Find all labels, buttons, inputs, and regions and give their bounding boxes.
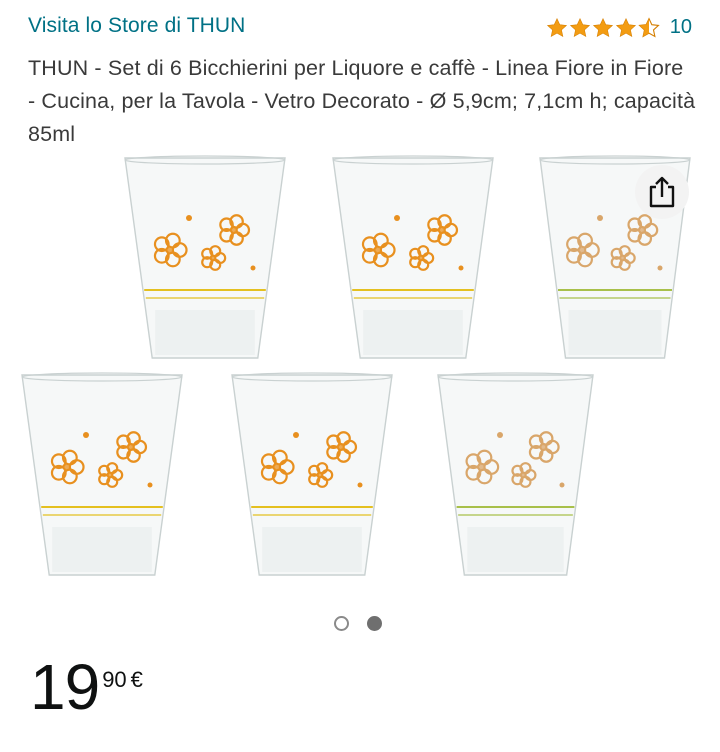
star-full-icon: [615, 17, 636, 37]
glass-image: [21, 372, 183, 576]
price-whole: 19: [30, 651, 100, 723]
glass-image: [332, 155, 494, 359]
glass-image: [124, 155, 286, 359]
glass-image: [231, 372, 393, 576]
share-icon: [649, 176, 675, 208]
price-currency: €: [130, 667, 143, 692]
star-full-icon: [546, 17, 567, 37]
stars: [546, 16, 660, 39]
share-button[interactable]: [635, 165, 689, 219]
price: 19 90 €: [30, 655, 143, 719]
price-fraction: 90: [102, 667, 127, 692]
product-image-carousel[interactable]: [0, 150, 720, 600]
star-half-icon: [638, 16, 660, 38]
carousel-dot-1[interactable]: [334, 616, 349, 631]
carousel-indicators[interactable]: [334, 616, 382, 631]
star-rating[interactable]: 10: [546, 16, 692, 39]
product-image[interactable]: [0, 150, 720, 600]
glass-image: [437, 372, 594, 576]
carousel-dot-2[interactable]: [367, 616, 382, 631]
rating-count[interactable]: 10: [670, 16, 692, 39]
star-full-icon: [569, 17, 590, 37]
visit-store-link[interactable]: Visita lo Store di THUN: [28, 14, 245, 38]
product-title: THUN - Set di 6 Bicchierini per Liquore …: [28, 56, 696, 146]
star-full-icon: [592, 17, 613, 37]
